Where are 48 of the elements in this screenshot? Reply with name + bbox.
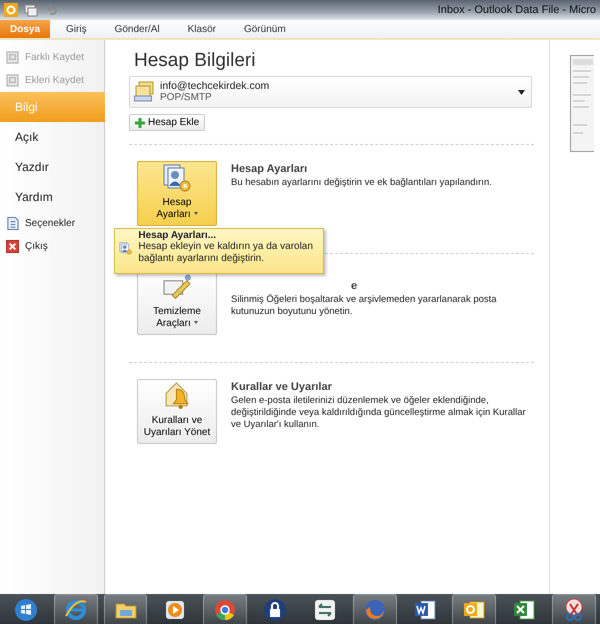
account-email: info@techcekirdek.com	[160, 80, 270, 92]
taskbar-button[interactable]	[54, 594, 98, 624]
close-icon	[6, 240, 19, 253]
plus-icon	[135, 118, 145, 128]
account-dropdown[interactable]: info@techcekirdek.com POP/SMTP	[129, 76, 532, 108]
section-title: Kurallar ve Uyarılar	[231, 380, 333, 393]
bell-envelope-icon	[163, 382, 191, 410]
word-icon[interactable]	[412, 598, 437, 622]
arrows-icon[interactable]	[312, 598, 337, 622]
document-icon	[6, 217, 19, 230]
sidebar-tab[interactable]: Açık	[0, 122, 104, 152]
sidebar-tab[interactable]: Yazdır	[0, 152, 104, 182]
menu-command[interactable]: Çıkış	[0, 235, 104, 258]
attachment-icon	[6, 74, 19, 87]
section-title: e	[351, 279, 358, 292]
account-stack-icon	[134, 81, 154, 103]
browser-e-icon[interactable]	[64, 598, 88, 622]
section-description: Bu hesabın ayarlarını değiştirin ve ek bağlantıları yapılandırın.	[231, 177, 493, 189]
taskbar-button[interactable]	[203, 594, 248, 624]
section-description: Gelen e-posta iletilerinizi düzenlemek ve öğeler eklendiğinde, değiştirildiğinde veya kaldırıldığında güncelleştirme almak için Kurallar ve Uyarılar'ı kullanın.	[231, 395, 527, 431]
send-receive-icon[interactable]	[24, 3, 38, 17]
menu-item-description: Hesap ekleyin ve kaldırın ya da varolan bağlantı ayarlarını değiştirin.	[138, 241, 314, 265]
windows-start-icon[interactable]	[14, 598, 38, 622]
add-account-button[interactable]: Hesap Ekle	[129, 114, 206, 131]
sidebar-tab[interactable]: Yardım	[0, 182, 104, 212]
menu-item-title: Hesap Ayarları...	[138, 230, 218, 241]
padlock-icon[interactable]	[263, 598, 288, 622]
ribbon-tab[interactable]: Klasör	[176, 20, 228, 38]
account-settings-menu[interactable]: Hesap Ayarları... Hesap ekleyin ve kaldırın ya da varolan bağlantı ayarlarını değiştirin.	[114, 228, 324, 274]
excel-icon[interactable]	[512, 598, 536, 622]
window-title: Inbox - Outlook Data File - Micro	[438, 4, 596, 16]
taskbar-button[interactable]	[104, 594, 148, 624]
section-title: Hesap Ayarları	[231, 162, 308, 175]
section-description: Silinmiş Öğeleri boşaltarak ve arşivlemeden yararlanarak posta kutunuzun boyutunu yönetin.	[231, 294, 498, 318]
ribbon-tab[interactable]: Giriş	[54, 20, 99, 38]
save-icon	[6, 51, 19, 64]
taskbar-button[interactable]	[452, 594, 496, 624]
menu-command[interactable]: Seçenekler	[0, 212, 104, 235]
taskbar-button[interactable]	[552, 594, 596, 624]
ribbon-tab[interactable]: Görünüm	[232, 20, 298, 38]
page-heading: Hesap Bilgileri	[134, 50, 256, 72]
account-type: POP/SMTP	[160, 92, 213, 104]
section-button[interactable]: Kuralları ve Uyarıları Yönet	[137, 379, 217, 444]
section-button[interactable]: Hesap Ayarları	[137, 161, 217, 226]
caret-icon	[518, 90, 525, 94]
ribbon-tab[interactable]: Gönder/Al	[102, 20, 172, 38]
chrome-ball-icon[interactable]	[213, 598, 238, 622]
people-cards-icon	[163, 164, 191, 192]
